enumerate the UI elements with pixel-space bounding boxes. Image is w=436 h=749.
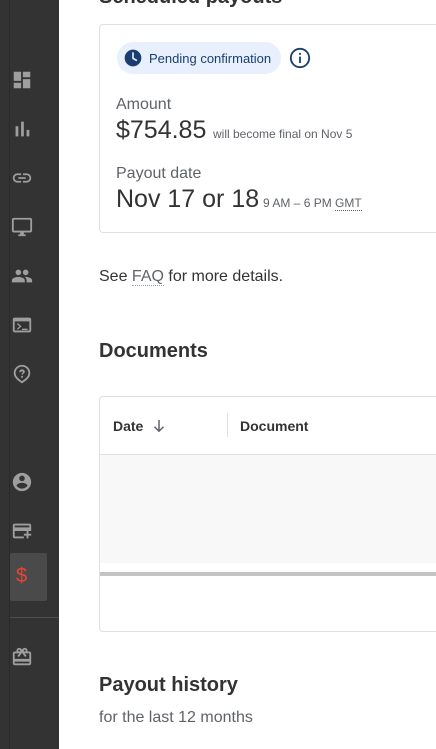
scheduled-payout-card: Pending confirmation Amount $754.85 will…: [99, 24, 436, 233]
faq-link[interactable]: FAQ: [131, 268, 164, 286]
column-header-date[interactable]: Date: [113, 418, 143, 434]
payout-date-label: Payout date: [116, 165, 202, 182]
sidebar-item-dashboard[interactable]: [10, 68, 34, 92]
sidebar-divider: [10, 617, 59, 618]
faq-prefix: See: [99, 268, 132, 285]
bar-chart-icon: [15, 121, 30, 137]
help-icon: [13, 364, 31, 384]
scheduled-payout-title: Scheduled payouts: [99, 0, 282, 9]
sidebar-item-help[interactable]: [10, 362, 34, 386]
terminal-icon: [12, 317, 32, 333]
add-card-icon: [12, 523, 32, 539]
payout-time-window: 9 AM – 6 PM: [263, 196, 332, 210]
faq-line: See FAQ for more details.: [99, 268, 283, 286]
sidebar-item-account[interactable]: [10, 470, 34, 494]
sidebar-item-sites[interactable]: [10, 215, 34, 239]
amount-label: Amount: [116, 96, 172, 113]
people-icon: [11, 269, 33, 283]
column-divider: [227, 413, 228, 437]
column-header-document[interactable]: Document: [240, 418, 308, 434]
horizontal-scrollbar[interactable]: [100, 572, 436, 576]
amount-value: $754.85: [116, 116, 207, 144]
payout-date-note: 9 AM – 6 PM GMT: [263, 196, 362, 211]
payout-date-value: Nov 17 or 18: [116, 185, 260, 213]
payout-history-subtitle: for the last 12 months: [99, 709, 253, 726]
status-badge: Pending confirmation: [117, 42, 282, 74]
timezone-label[interactable]: GMT: [335, 196, 362, 211]
account-circle-icon: [12, 472, 32, 492]
sidebar-item-users[interactable]: [10, 264, 34, 288]
faq-suffix: for more details.: [163, 268, 284, 285]
sidebar: $: [0, 0, 59, 749]
sidebar-item-rewards[interactable]: [10, 645, 34, 669]
sidebar-item-payments[interactable]: $: [10, 553, 47, 601]
sidebar-item-links[interactable]: [10, 166, 34, 190]
amount-note: will become final on Nov 5: [213, 127, 353, 141]
documents-table-body: [100, 454, 436, 563]
dashboard-icon: [13, 71, 31, 89]
sidebar-item-code[interactable]: [10, 313, 34, 337]
sidebar-item-reports[interactable]: [10, 117, 34, 141]
status-badge-label: Pending confirmation: [149, 50, 272, 66]
link-icon: [12, 173, 32, 183]
dollar-icon: $: [16, 565, 28, 587]
documents-title: Documents: [99, 340, 208, 362]
gift-icon: [12, 647, 32, 666]
sidebar-item-billing[interactable]: [10, 519, 34, 543]
documents-table: Date Document: [99, 396, 436, 632]
main-content: Scheduled payouts Pending confirmation A…: [59, 0, 436, 749]
monitor-icon: [11, 217, 33, 237]
clock-icon: [124, 49, 142, 67]
info-icon[interactable]: [289, 47, 311, 69]
sort-arrow-down-icon[interactable]: [150, 417, 168, 435]
payout-history-title: Payout history: [99, 674, 238, 696]
